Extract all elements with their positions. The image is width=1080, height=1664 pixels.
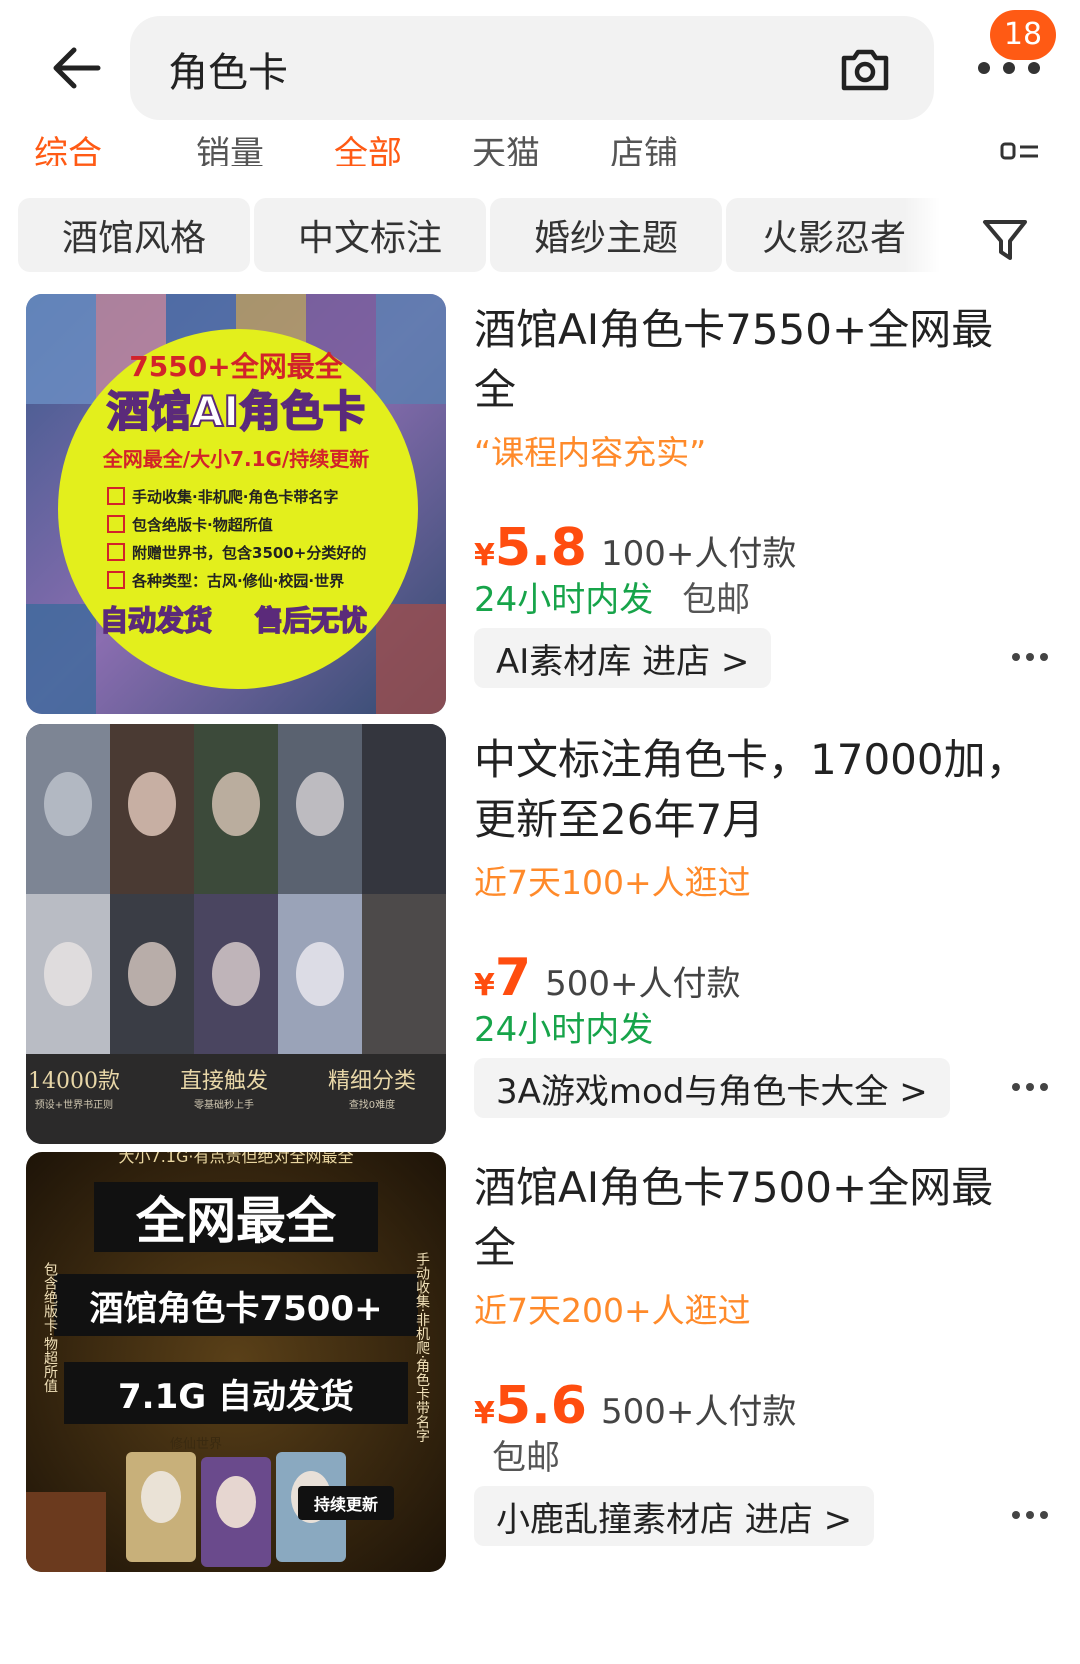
arrow-left-icon[interactable]: [48, 40, 104, 96]
product-tagline: 近7天100+人逛过: [474, 863, 751, 902]
product-title[interactable]: 酒馆AI角色卡7550+全网最全: [474, 300, 1034, 420]
product-title[interactable]: 酒馆AI角色卡7500+全网最全: [474, 1158, 1034, 1278]
tab-tmall[interactable]: 天猫: [472, 134, 540, 166]
sales-count: 500+人付款: [545, 964, 741, 1004]
product-card[interactable]: 大小7.1G·有点贵但绝对全网最全 全网最全 酒馆角色卡7500+ 7.1G 自…: [0, 1152, 1080, 1572]
chip-chinese-labeled[interactable]: 中文标注: [254, 198, 486, 272]
tab-shop[interactable]: 店铺: [610, 134, 678, 166]
sort-tabs: 综合 销量 全部 天猫 店铺: [0, 130, 1080, 166]
thumb3-line3: 7.1G 自动发货: [118, 1377, 354, 1417]
filter-chips: 酒馆风格 中文标注 婚纱主题 火影忍者: [0, 198, 940, 274]
currency-symbol: ¥: [474, 1396, 495, 1431]
thumb3-top: 大小7.1G·有点贵但绝对全网最全: [119, 1152, 354, 1166]
more-dots-icon[interactable]: [1010, 651, 1050, 663]
product-card[interactable]: 14000款 预设+世界书正则 直接触发 零基础秒上手 精细分类 查找0难度 中…: [0, 724, 1080, 1144]
message-badge: 18: [990, 10, 1056, 60]
product-price: 7: [494, 948, 532, 1008]
thumb1-bullet-3: 附赠世界书，包含3500+分类好的: [132, 544, 366, 562]
thumb1-big: 酒馆AI角色卡: [107, 387, 365, 436]
more-dots-icon[interactable]: [974, 58, 1044, 78]
header: 角色卡 18: [0, 0, 1080, 130]
thumb3-line1: 全网最全: [135, 1192, 337, 1250]
chips-fade: [904, 198, 940, 274]
shipping-row: 24小时内发: [474, 1008, 671, 1052]
more-dots-icon[interactable]: [1010, 1081, 1050, 1093]
search-input[interactable]: 角色卡: [168, 40, 288, 98]
funnel-icon[interactable]: [980, 214, 1030, 264]
thumb1-bullet-2: 包含绝版卡·物超所值: [132, 516, 273, 534]
thumb2-badge1-sub: 预设+世界书正则: [35, 1098, 113, 1111]
product-price: 5.8: [494, 518, 587, 578]
shop-link[interactable]: 3A游戏mod与角色卡大全 >: [474, 1058, 950, 1118]
thumb1-bullet-1: 手动收集·非机爬·角色卡带名字: [132, 488, 338, 506]
product-tagline: 近7天200+人逛过: [474, 1291, 751, 1330]
price-row: ¥ 7 500+人付款: [474, 948, 740, 1008]
chip-wedding-theme[interactable]: 婚纱主题: [490, 198, 722, 272]
shop-link[interactable]: AI素材库 进店 >: [474, 628, 772, 688]
thumb2-badge3: 精细分类: [328, 1069, 416, 1094]
product-tagline: “课程内容充实”: [474, 433, 707, 472]
thumb2-badge1: 14000款: [28, 1069, 120, 1094]
thumb3-badge: 持续更新: [314, 1495, 378, 1514]
sales-count: 500+人付款: [601, 1392, 797, 1432]
tab-all[interactable]: 全部: [334, 134, 402, 166]
shipping-time: 24小时内发: [474, 1010, 654, 1050]
product-thumb-art: 7550+全网最全 酒馆AI角色卡 全网最全/大小7.1G/持续更新 手动收集·…: [26, 294, 446, 714]
product-info: 酒馆AI角色卡7500+全网最全 近7天200+人逛过: [474, 1158, 1034, 1334]
thumb1-footer-left: 自动发货: [100, 604, 212, 637]
thumb1-sub: 全网最全/大小7.1G/持续更新: [102, 447, 369, 471]
product-card[interactable]: 7550+全网最全 酒馆AI角色卡 全网最全/大小7.1G/持续更新 手动收集·…: [0, 294, 1080, 714]
currency-symbol: ¥: [474, 968, 495, 1003]
free-shipping: 包邮: [682, 580, 751, 620]
product-image[interactable]: 大小7.1G·有点贵但绝对全网最全 全网最全 酒馆角色卡7500+ 7.1G 自…: [26, 1152, 446, 1572]
product-info: 中文标注角色卡，17000加，更新至26年7月 近7天100+人逛过: [474, 730, 1034, 906]
thumb1-heading: 7550+全网最全: [129, 350, 343, 383]
currency-symbol: ¥: [474, 538, 495, 573]
product-image[interactable]: 7550+全网最全 酒馆AI角色卡 全网最全/大小7.1G/持续更新 手动收集·…: [26, 294, 446, 714]
product-thumb-art: 14000款 预设+世界书正则 直接触发 零基础秒上手 精细分类 查找0难度: [26, 724, 446, 1144]
product-title[interactable]: 中文标注角色卡，17000加，更新至26年7月: [474, 730, 1034, 850]
product-image[interactable]: 14000款 预设+世界书正则 直接触发 零基础秒上手 精细分类 查找0难度: [26, 724, 446, 1144]
thumb2-badge3-sub: 查找0难度: [349, 1098, 395, 1111]
more-dots-icon[interactable]: [1010, 1509, 1050, 1521]
search-bar[interactable]: 角色卡: [130, 16, 934, 120]
thumb3-left-vertical: 包含绝版卡·物超所值: [42, 1262, 58, 1393]
product-info: 酒馆AI角色卡7550+全网最全 “课程内容充实”: [474, 300, 1034, 476]
price-row: ¥ 5.6 500+人付款: [474, 1376, 796, 1436]
thumb3-right-vertical: 手动收集·非机爬·角色卡带名字: [414, 1252, 430, 1443]
chip-tavern-style[interactable]: 酒馆风格: [18, 198, 250, 272]
thumb2-badge2: 直接触发: [180, 1069, 268, 1094]
thumb3-card-label: 修仙世界: [170, 1437, 222, 1452]
thumb2-badge2-sub: 零基础秒上手: [194, 1098, 254, 1111]
free-shipping: 包邮: [492, 1438, 560, 1478]
tab-composite[interactable]: 综合: [34, 134, 102, 166]
thumb3-line2: 酒馆角色卡7500+: [89, 1289, 382, 1329]
product-price: 5.6: [494, 1376, 587, 1436]
shipping-row: 包邮: [474, 1436, 560, 1480]
layout-toggle-icon[interactable]: [1000, 142, 1040, 162]
shipping-row: 24小时内发 包邮: [474, 578, 750, 622]
shipping-time: 24小时内发: [474, 580, 654, 620]
shop-link[interactable]: 小鹿乱撞素材店 进店 >: [474, 1486, 875, 1546]
sales-count: 100+人付款: [601, 534, 797, 574]
price-row: ¥ 5.8 100+人付款: [474, 518, 796, 578]
product-thumb-art: 大小7.1G·有点贵但绝对全网最全 全网最全 酒馆角色卡7500+ 7.1G 自…: [26, 1152, 446, 1572]
thumb1-bullet-4: 各种类型：古风·修仙·校园·世界: [131, 572, 344, 590]
tab-sales[interactable]: 销量: [196, 134, 264, 166]
thumb1-footer-right: 售后无忧: [255, 604, 367, 637]
camera-icon[interactable]: [838, 42, 892, 96]
